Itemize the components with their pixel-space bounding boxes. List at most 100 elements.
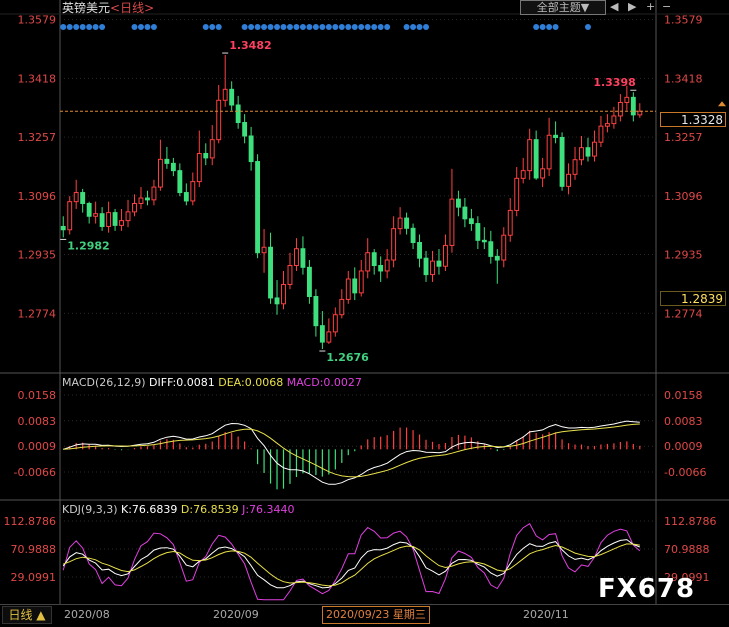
candle[interactable] bbox=[624, 85, 630, 111]
candle[interactable] bbox=[358, 260, 364, 297]
candle[interactable] bbox=[397, 207, 403, 235]
candle[interactable] bbox=[352, 267, 358, 301]
candle[interactable] bbox=[132, 194, 137, 217]
candle[interactable] bbox=[559, 132, 565, 191]
candle[interactable] bbox=[203, 143, 209, 166]
candle[interactable] bbox=[455, 190, 461, 217]
candle[interactable] bbox=[430, 250, 435, 282]
candle[interactable] bbox=[294, 238, 299, 271]
candlesticks[interactable] bbox=[60, 0, 652, 350]
candle[interactable] bbox=[80, 188, 86, 213]
candle[interactable] bbox=[553, 121, 559, 144]
event-dot[interactable] bbox=[261, 24, 268, 30]
event-dot[interactable] bbox=[345, 24, 352, 30]
candle[interactable] bbox=[494, 249, 500, 284]
candle[interactable] bbox=[222, 55, 228, 107]
event-dot[interactable] bbox=[286, 24, 293, 30]
candle[interactable] bbox=[300, 236, 306, 275]
nav-prev-icon[interactable]: ◀ bbox=[610, 0, 618, 13]
event-dot[interactable] bbox=[144, 24, 151, 30]
candle[interactable] bbox=[60, 216, 66, 238]
candle[interactable] bbox=[507, 198, 513, 242]
candle[interactable] bbox=[404, 212, 410, 235]
event-dot[interactable] bbox=[351, 24, 358, 30]
event-dot[interactable] bbox=[552, 24, 559, 30]
candle[interactable] bbox=[617, 94, 623, 122]
candle[interactable] bbox=[598, 115, 604, 147]
candle[interactable] bbox=[391, 216, 397, 268]
event-dot[interactable] bbox=[215, 24, 222, 30]
event-dot[interactable] bbox=[403, 24, 410, 30]
candle[interactable] bbox=[475, 216, 481, 250]
candle[interactable] bbox=[611, 106, 617, 129]
event-dot[interactable] bbox=[202, 24, 209, 30]
candle[interactable] bbox=[235, 95, 241, 129]
candle[interactable] bbox=[585, 137, 591, 162]
event-dot[interactable] bbox=[241, 24, 248, 30]
event-dot[interactable] bbox=[410, 24, 417, 30]
candle[interactable] bbox=[410, 223, 416, 250]
event-dot[interactable] bbox=[358, 24, 365, 30]
candle[interactable] bbox=[378, 256, 384, 282]
candle[interactable] bbox=[540, 157, 546, 188]
candle[interactable] bbox=[274, 280, 280, 315]
theme-dropdown-button[interactable]: 全部主题▼ bbox=[520, 0, 606, 15]
candle[interactable] bbox=[443, 234, 448, 271]
zoom-in-icon[interactable]: + bbox=[646, 0, 655, 13]
candle[interactable] bbox=[313, 289, 319, 337]
candle[interactable] bbox=[145, 190, 150, 206]
event-dot[interactable] bbox=[66, 24, 73, 30]
candle[interactable] bbox=[417, 234, 422, 268]
candle[interactable] bbox=[332, 307, 338, 337]
candle[interactable] bbox=[157, 139, 163, 191]
event-dot[interactable] bbox=[86, 24, 93, 30]
candle[interactable] bbox=[229, 81, 235, 111]
event-dot[interactable] bbox=[584, 24, 591, 30]
event-dot[interactable] bbox=[99, 24, 106, 30]
event-dot[interactable] bbox=[312, 24, 319, 30]
candle[interactable] bbox=[501, 227, 507, 268]
candle[interactable] bbox=[190, 172, 196, 206]
candle[interactable] bbox=[339, 289, 345, 319]
candle[interactable] bbox=[261, 229, 267, 273]
candle[interactable] bbox=[287, 252, 293, 290]
candle[interactable] bbox=[138, 187, 144, 209]
candle[interactable] bbox=[572, 146, 578, 180]
event-dot[interactable] bbox=[79, 24, 86, 30]
candle[interactable] bbox=[423, 250, 429, 282]
candle[interactable] bbox=[604, 114, 610, 133]
event-dot[interactable] bbox=[267, 24, 274, 30]
candle[interactable] bbox=[527, 128, 533, 180]
event-dot[interactable] bbox=[539, 24, 546, 30]
nav-next-icon[interactable]: ▶ bbox=[628, 0, 636, 13]
candle[interactable] bbox=[488, 230, 494, 264]
candle[interactable] bbox=[255, 154, 261, 259]
candle[interactable] bbox=[216, 84, 222, 144]
candle[interactable] bbox=[319, 311, 325, 350]
event-dot[interactable] bbox=[299, 24, 306, 30]
event-dot[interactable] bbox=[338, 24, 345, 30]
event-dot[interactable] bbox=[248, 24, 255, 30]
event-dot[interactable] bbox=[416, 24, 423, 30]
event-dot[interactable] bbox=[254, 24, 261, 30]
event-dot[interactable] bbox=[306, 24, 313, 30]
candle[interactable] bbox=[384, 249, 390, 279]
candle[interactable] bbox=[326, 318, 332, 344]
candle[interactable] bbox=[345, 270, 351, 304]
candle[interactable] bbox=[170, 157, 176, 177]
candle[interactable] bbox=[119, 208, 124, 231]
candle[interactable] bbox=[468, 208, 474, 231]
event-dot[interactable] bbox=[60, 24, 67, 30]
candle[interactable] bbox=[106, 201, 112, 233]
event-dot[interactable] bbox=[92, 24, 99, 30]
candle[interactable] bbox=[73, 179, 79, 209]
candle[interactable] bbox=[196, 130, 202, 188]
event-marker-dots[interactable] bbox=[60, 24, 591, 30]
candle[interactable] bbox=[93, 201, 99, 224]
candle[interactable] bbox=[365, 238, 371, 279]
candle[interactable] bbox=[520, 157, 526, 184]
event-dot[interactable] bbox=[293, 24, 300, 30]
event-dot[interactable] bbox=[332, 24, 339, 30]
candle[interactable] bbox=[436, 249, 442, 275]
event-dot[interactable] bbox=[546, 24, 553, 30]
